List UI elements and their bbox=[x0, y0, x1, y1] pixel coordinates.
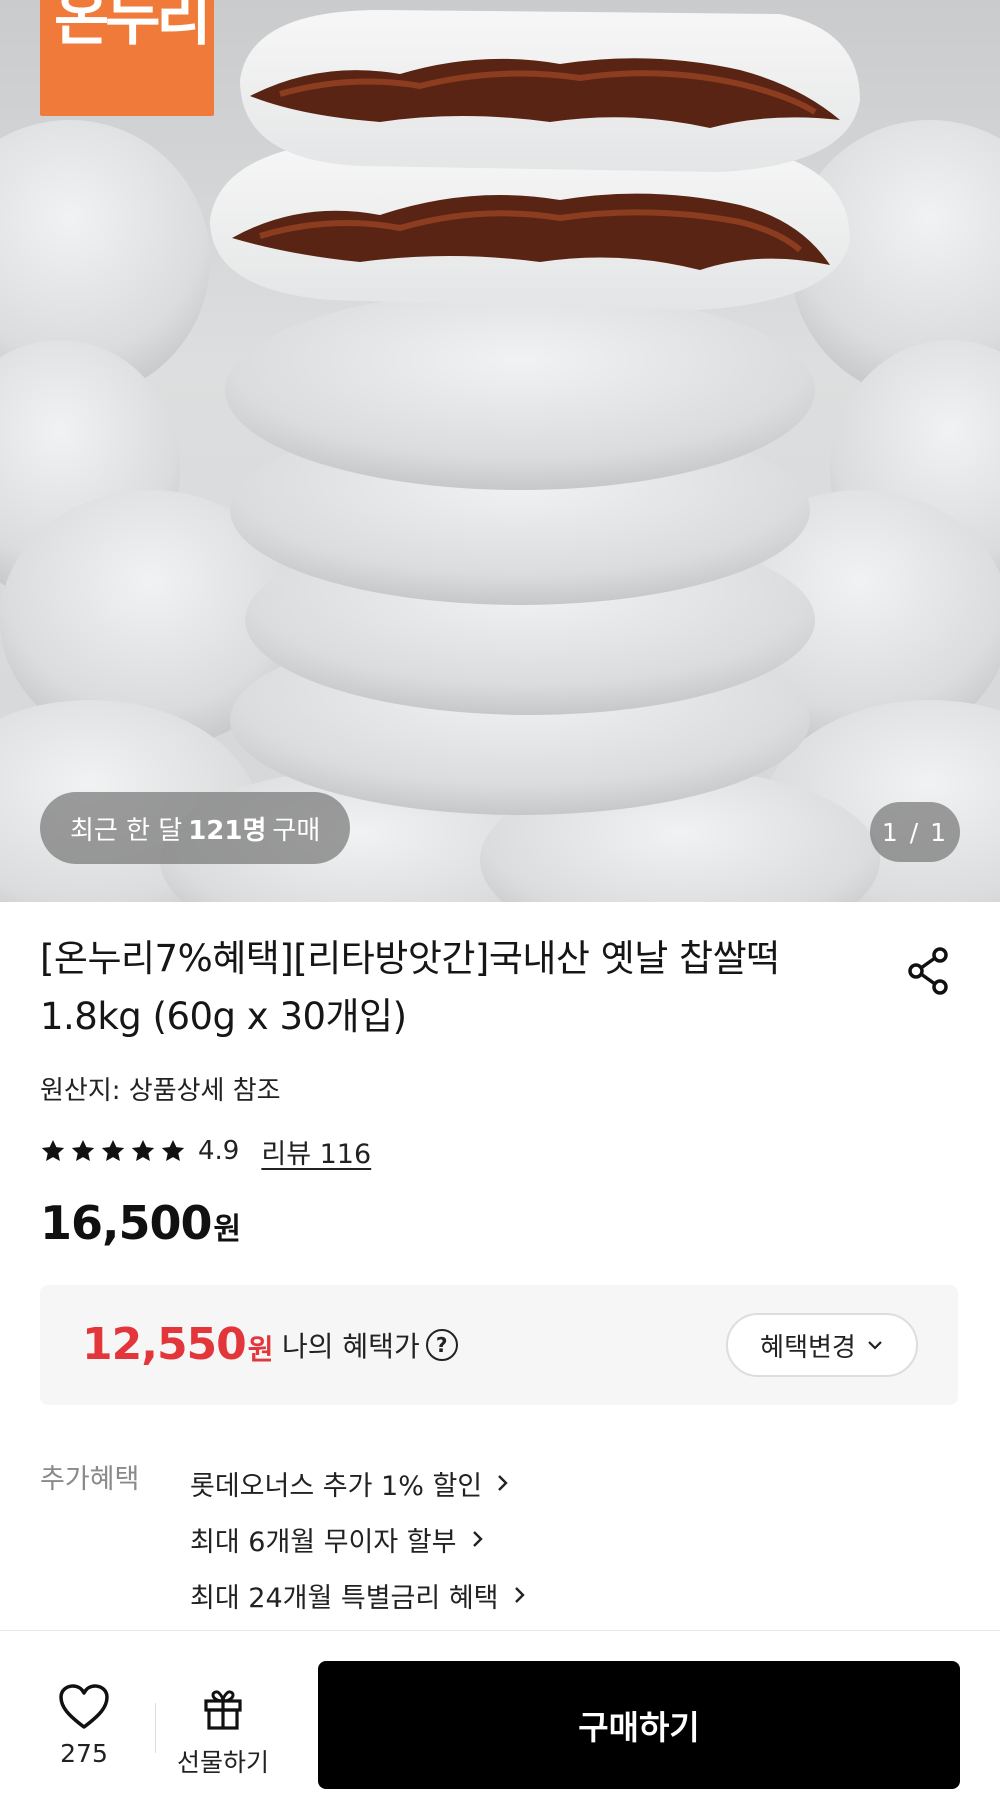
recent-buyers-prefix: 최근 한 달 bbox=[70, 815, 183, 846]
product-photo bbox=[0, 10, 1000, 902]
extra-benefit-text: 롯데오너스 추가 1% 할인 bbox=[190, 1470, 483, 1502]
image-page-indicator: 1 / 1 bbox=[870, 802, 960, 862]
brand-logo: 온누리 bbox=[40, 0, 214, 116]
extra-benefits-label: 추가혜택 bbox=[40, 1464, 140, 1495]
product-title-line2: 1.8kg (60g x 30개입) bbox=[40, 995, 407, 1038]
chevron-right-icon bbox=[498, 1475, 508, 1491]
benefit-label: 나의 혜택가 ? bbox=[282, 1325, 458, 1365]
buy-button[interactable]: 구매하기 bbox=[318, 1661, 960, 1789]
origin-info: 원산지: 상품상세 참조 bbox=[40, 1076, 281, 1106]
gift-button[interactable]: 선물하기 bbox=[168, 1687, 278, 1779]
star-rating bbox=[40, 1138, 186, 1164]
change-benefit-button[interactable]: 혜택변경 bbox=[726, 1313, 918, 1377]
price-unit: 원 bbox=[213, 1212, 242, 1247]
chevron-right-icon bbox=[514, 1587, 525, 1603]
gift-icon bbox=[204, 1690, 242, 1730]
extra-benefit-text: 최대 6개월 무이자 할부 bbox=[190, 1526, 457, 1558]
product-title-line1: [온누리7%혜택][리타방앗간]국내산 옛날 찹쌀떡 bbox=[40, 937, 780, 980]
extra-benefit-item[interactable]: 최대 6개월 무이자 할부 bbox=[190, 1511, 527, 1567]
help-icon[interactable]: ? bbox=[425, 1329, 458, 1361]
chevron-right-icon bbox=[472, 1531, 483, 1547]
rating-value: 4.9 bbox=[198, 1136, 240, 1166]
gift-label: 선물하기 bbox=[176, 1748, 269, 1777]
product-title: [온누리7%혜택][리타방앗간]국내산 옛날 찹쌀떡 1.8kg (60g x … bbox=[40, 930, 890, 1046]
benefit-price: 12,550 원 bbox=[82, 1319, 274, 1370]
extra-benefits-list: 롯데오너스 추가 1% 할인 최대 6개월 무이자 할부 최대 24개월 특별금… bbox=[190, 1455, 527, 1623]
star-icon bbox=[71, 1139, 95, 1161]
share-icon bbox=[908, 947, 948, 995]
benefit-price-unit: 원 bbox=[247, 1333, 274, 1366]
extra-benefit-item[interactable]: 롯데오너스 추가 1% 할인 bbox=[190, 1455, 527, 1511]
divider bbox=[155, 1703, 156, 1753]
bottom-action-bar: 275 선물하기 구매하기 bbox=[0, 1630, 1000, 1807]
heart-icon bbox=[59, 1684, 109, 1729]
change-benefit-label: 혜택변경 bbox=[760, 1332, 856, 1363]
recent-buyers-badge: 최근 한 달 121명 구매 bbox=[40, 792, 351, 864]
extra-benefit-text: 최대 24개월 특별금리 혜택 bbox=[190, 1582, 499, 1614]
recent-buyers-suffix: 구매 bbox=[272, 815, 321, 846]
star-icon bbox=[131, 1139, 155, 1161]
wishlist-button[interactable]: 275 bbox=[44, 1683, 124, 1768]
review-link[interactable]: 리뷰 116 bbox=[261, 1132, 371, 1171]
share-button[interactable] bbox=[900, 940, 960, 1000]
recent-buyers-count: 121명 bbox=[188, 815, 267, 846]
star-icon bbox=[41, 1139, 65, 1161]
original-price: 16,500 원 bbox=[40, 1196, 241, 1250]
star-icon bbox=[161, 1139, 185, 1161]
benefit-price-amount: 12,550 bbox=[82, 1319, 247, 1370]
product-image-carousel[interactable]: 온누리 최근 한 달 121명 구매 1 / 1 bbox=[0, 0, 1000, 902]
star-icon bbox=[101, 1139, 125, 1161]
benefit-label-text: 나의 혜택가 bbox=[282, 1330, 420, 1363]
brand-logo-text: 온누리 bbox=[54, 0, 212, 54]
extra-benefit-item[interactable]: 최대 24개월 특별금리 혜택 bbox=[190, 1567, 527, 1623]
chevron-down-icon bbox=[868, 1341, 882, 1350]
wishlist-count: 275 bbox=[60, 1739, 108, 1768]
benefit-price-box: 12,550 원 나의 혜택가 ? 혜택변경 bbox=[40, 1285, 958, 1405]
price-amount: 16,500 bbox=[40, 1196, 213, 1250]
rating-row: 4.9 리뷰 116 bbox=[40, 1132, 371, 1171]
